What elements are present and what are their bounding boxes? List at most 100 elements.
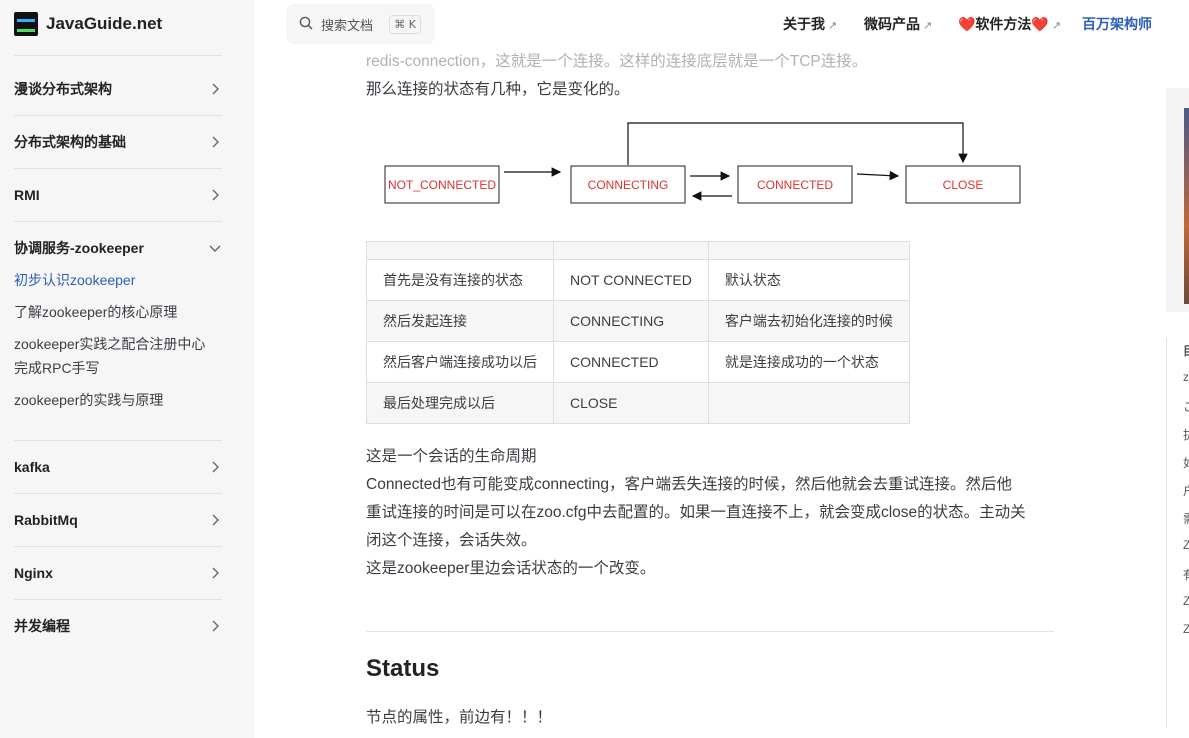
chevron-right-icon xyxy=(208,513,222,527)
table-cell: 就是连接成功的一个状态 xyxy=(707,341,910,383)
sidebar-item-zookeeper-intro[interactable]: 初步认识zookeeper xyxy=(14,268,224,292)
paragraph-line: Connected也有可能变成connecting，客户端丢失连接的时候，然后他… xyxy=(366,476,1012,493)
outline-item[interactable]: Z xyxy=(1183,622,1189,636)
nav-link-about[interactable]: 关于我 ↗ xyxy=(783,14,837,34)
table-row: 然后发起连接 CONNECTING 客户端去初始化连接的时候 xyxy=(366,300,910,342)
sidebar-section-label: 并发编程 xyxy=(14,618,70,634)
sidebar-divider xyxy=(14,493,222,494)
sidebar-section-label: RMI xyxy=(14,187,40,203)
status-heading: Status xyxy=(366,655,440,682)
outline-item[interactable]: 户 xyxy=(1183,482,1189,499)
outline-item[interactable]: Z xyxy=(1183,594,1189,608)
state-table: 首先是没有连接的状态 NOT CONNECTED 默认状态 然后发起连接 CON… xyxy=(366,241,910,424)
external-link-icon: ↗ xyxy=(828,20,838,32)
outline-item[interactable]: Z xyxy=(1183,538,1189,552)
sidebar-section-label: RabbitMq xyxy=(14,512,78,528)
sidebar-section-rabbitmq[interactable]: RabbitMq xyxy=(14,506,222,534)
site-logo[interactable]: JavaGuide.net xyxy=(14,12,162,36)
chevron-right-icon xyxy=(208,619,222,633)
nav-link-architect[interactable]: 百万架构师 xyxy=(1082,14,1152,34)
chevron-right-icon xyxy=(208,82,222,96)
sidebar-section-label: 分布式架构的基础 xyxy=(14,134,126,150)
sidebar-item-label: zookeeper实践之配合注册中心 xyxy=(14,336,206,352)
search-placeholder: 搜索文档 xyxy=(321,17,374,33)
table-cell: 默认状态 xyxy=(707,259,910,301)
ad-banner-visual xyxy=(1184,108,1189,304)
site-name: JavaGuide.net xyxy=(46,14,163,33)
table-cell: CONNECTING xyxy=(553,300,709,342)
sidebar-divider xyxy=(14,168,222,169)
sidebar-section-zookeeper[interactable]: 协调服务-zookeeper xyxy=(14,234,222,262)
sidebar-section-nginx[interactable]: Nginx xyxy=(14,559,222,587)
outline-title: 目 xyxy=(1183,342,1189,359)
chevron-down-icon xyxy=(208,241,222,255)
outline-item[interactable]: 有 xyxy=(1183,566,1189,583)
sidebar-item-zookeeper-practice[interactable]: zookeeper的实践与原理 xyxy=(14,388,224,412)
table-cell: 然后发起连接 xyxy=(366,300,554,342)
outline-item[interactable]: こ xyxy=(1183,398,1189,415)
nav-link-label: 百万架构师 xyxy=(1082,16,1152,32)
sidebar-divider xyxy=(14,55,222,56)
nav-link-label: ❤️软件方法❤️ xyxy=(958,16,1049,32)
outline-item[interactable]: 抜 xyxy=(1183,426,1189,443)
nav-link-software-method[interactable]: ❤️软件方法❤️ ↗ xyxy=(958,14,1061,34)
sidebar-item-zookeeper-core[interactable]: 了解zookeeper的核心原理 xyxy=(14,300,224,324)
sidebar-section-rmi[interactable]: RMI xyxy=(14,181,222,209)
logo-icon xyxy=(14,12,38,36)
outline-border xyxy=(1166,338,1167,728)
chevron-right-icon xyxy=(208,188,222,202)
table-cell: 然后客户端连接成功以后 xyxy=(366,341,554,383)
nav-link-label: 关于我 xyxy=(783,16,825,32)
nav-link-products[interactable]: 微码产品 ↗ xyxy=(864,14,932,34)
table-cell: 最后处理完成以后 xyxy=(366,382,554,424)
sidebar: JavaGuide.net 漫谈分布式架构 分布式架构的基础 RMI 协调服务-… xyxy=(0,0,254,738)
table-row: 然后客户端连接成功以后 CONNECTED 就是连接成功的一个状态 xyxy=(366,341,910,383)
table-cell: NOT CONNECTED xyxy=(553,259,709,301)
sidebar-divider xyxy=(14,440,222,441)
state-close: CLOSE xyxy=(943,178,984,192)
sidebar-section-kafka[interactable]: kafka xyxy=(14,453,222,481)
chevron-right-icon xyxy=(208,566,222,580)
table-cell: 首先是没有连接的状态 xyxy=(366,259,554,301)
sidebar-section-distributed-basics[interactable]: 分布式架构的基础 xyxy=(14,128,222,156)
chevron-right-icon xyxy=(208,460,222,474)
table-header-cell xyxy=(707,241,910,260)
sidebar-section-label: 漫谈分布式架构 xyxy=(14,81,112,97)
sidebar-section-label: kafka xyxy=(14,459,50,475)
sidebar-section-distributed-talk[interactable]: 漫谈分布式架构 xyxy=(14,75,222,103)
paragraph-lifecycle: 这是一个会话的生命周期 xyxy=(366,448,537,465)
table-cell: CLOSE xyxy=(553,382,709,424)
table-cell: 客户端去初始化连接的时候 xyxy=(707,300,910,342)
search-shortcut: ⌘ K xyxy=(389,15,421,34)
table-row: 首先是没有连接的状态 NOT CONNECTED 默认状态 xyxy=(366,259,910,301)
search-icon xyxy=(299,15,313,34)
paragraph-line: 重试连接的时间是可以在zoo.cfg中去配置的。如果一直连接不上，就会变成clo… xyxy=(366,504,1026,521)
outline-item[interactable]: 如 xyxy=(1183,454,1189,471)
paragraph-intro: 那么连接的状态有几种，它是变化的。 xyxy=(366,81,630,98)
sidebar-section-label: Nginx xyxy=(14,565,53,581)
sidebar-divider xyxy=(14,115,222,116)
paragraph-faded: redis-connection，这就是一个连接。这样的连接底层就是一个TCP连… xyxy=(366,53,868,70)
state-connected: CONNECTED xyxy=(757,178,833,192)
search-button[interactable]: 搜索文档 ⌘ K xyxy=(286,4,435,44)
table-cell xyxy=(707,382,910,424)
paragraph-summary: 这是zookeeper里边会话状态的一个改变。 xyxy=(366,560,656,577)
table-cell: CONNECTED xyxy=(553,341,709,383)
sidebar-item-zookeeper-registry[interactable]: zookeeper实践之配合注册中心 完成RPC手写 xyxy=(14,332,224,380)
section-divider xyxy=(366,631,1054,632)
chevron-right-icon xyxy=(208,135,222,149)
external-link-icon: ↗ xyxy=(923,20,933,32)
sidebar-section-concurrency[interactable]: 并发编程 xyxy=(14,612,222,640)
paragraph-status: 节点的属性，前边有！！！ xyxy=(366,709,553,726)
table-header-row xyxy=(366,241,910,260)
sidebar-divider xyxy=(14,599,222,600)
sidebar-divider xyxy=(14,546,222,547)
table-header-cell xyxy=(553,241,709,260)
external-link-icon: ↗ xyxy=(1051,20,1062,32)
nav-link-label: 微码产品 xyxy=(864,16,920,32)
outline-item[interactable]: z xyxy=(1183,370,1189,384)
table-row: 最后处理完成以后 CLOSE xyxy=(366,382,910,424)
state-not-connected: NOT_CONNECTED xyxy=(388,178,496,192)
paragraph-line: 闭这个连接，会话失效。 xyxy=(366,532,537,549)
outline-item[interactable]: 需 xyxy=(1183,510,1189,527)
